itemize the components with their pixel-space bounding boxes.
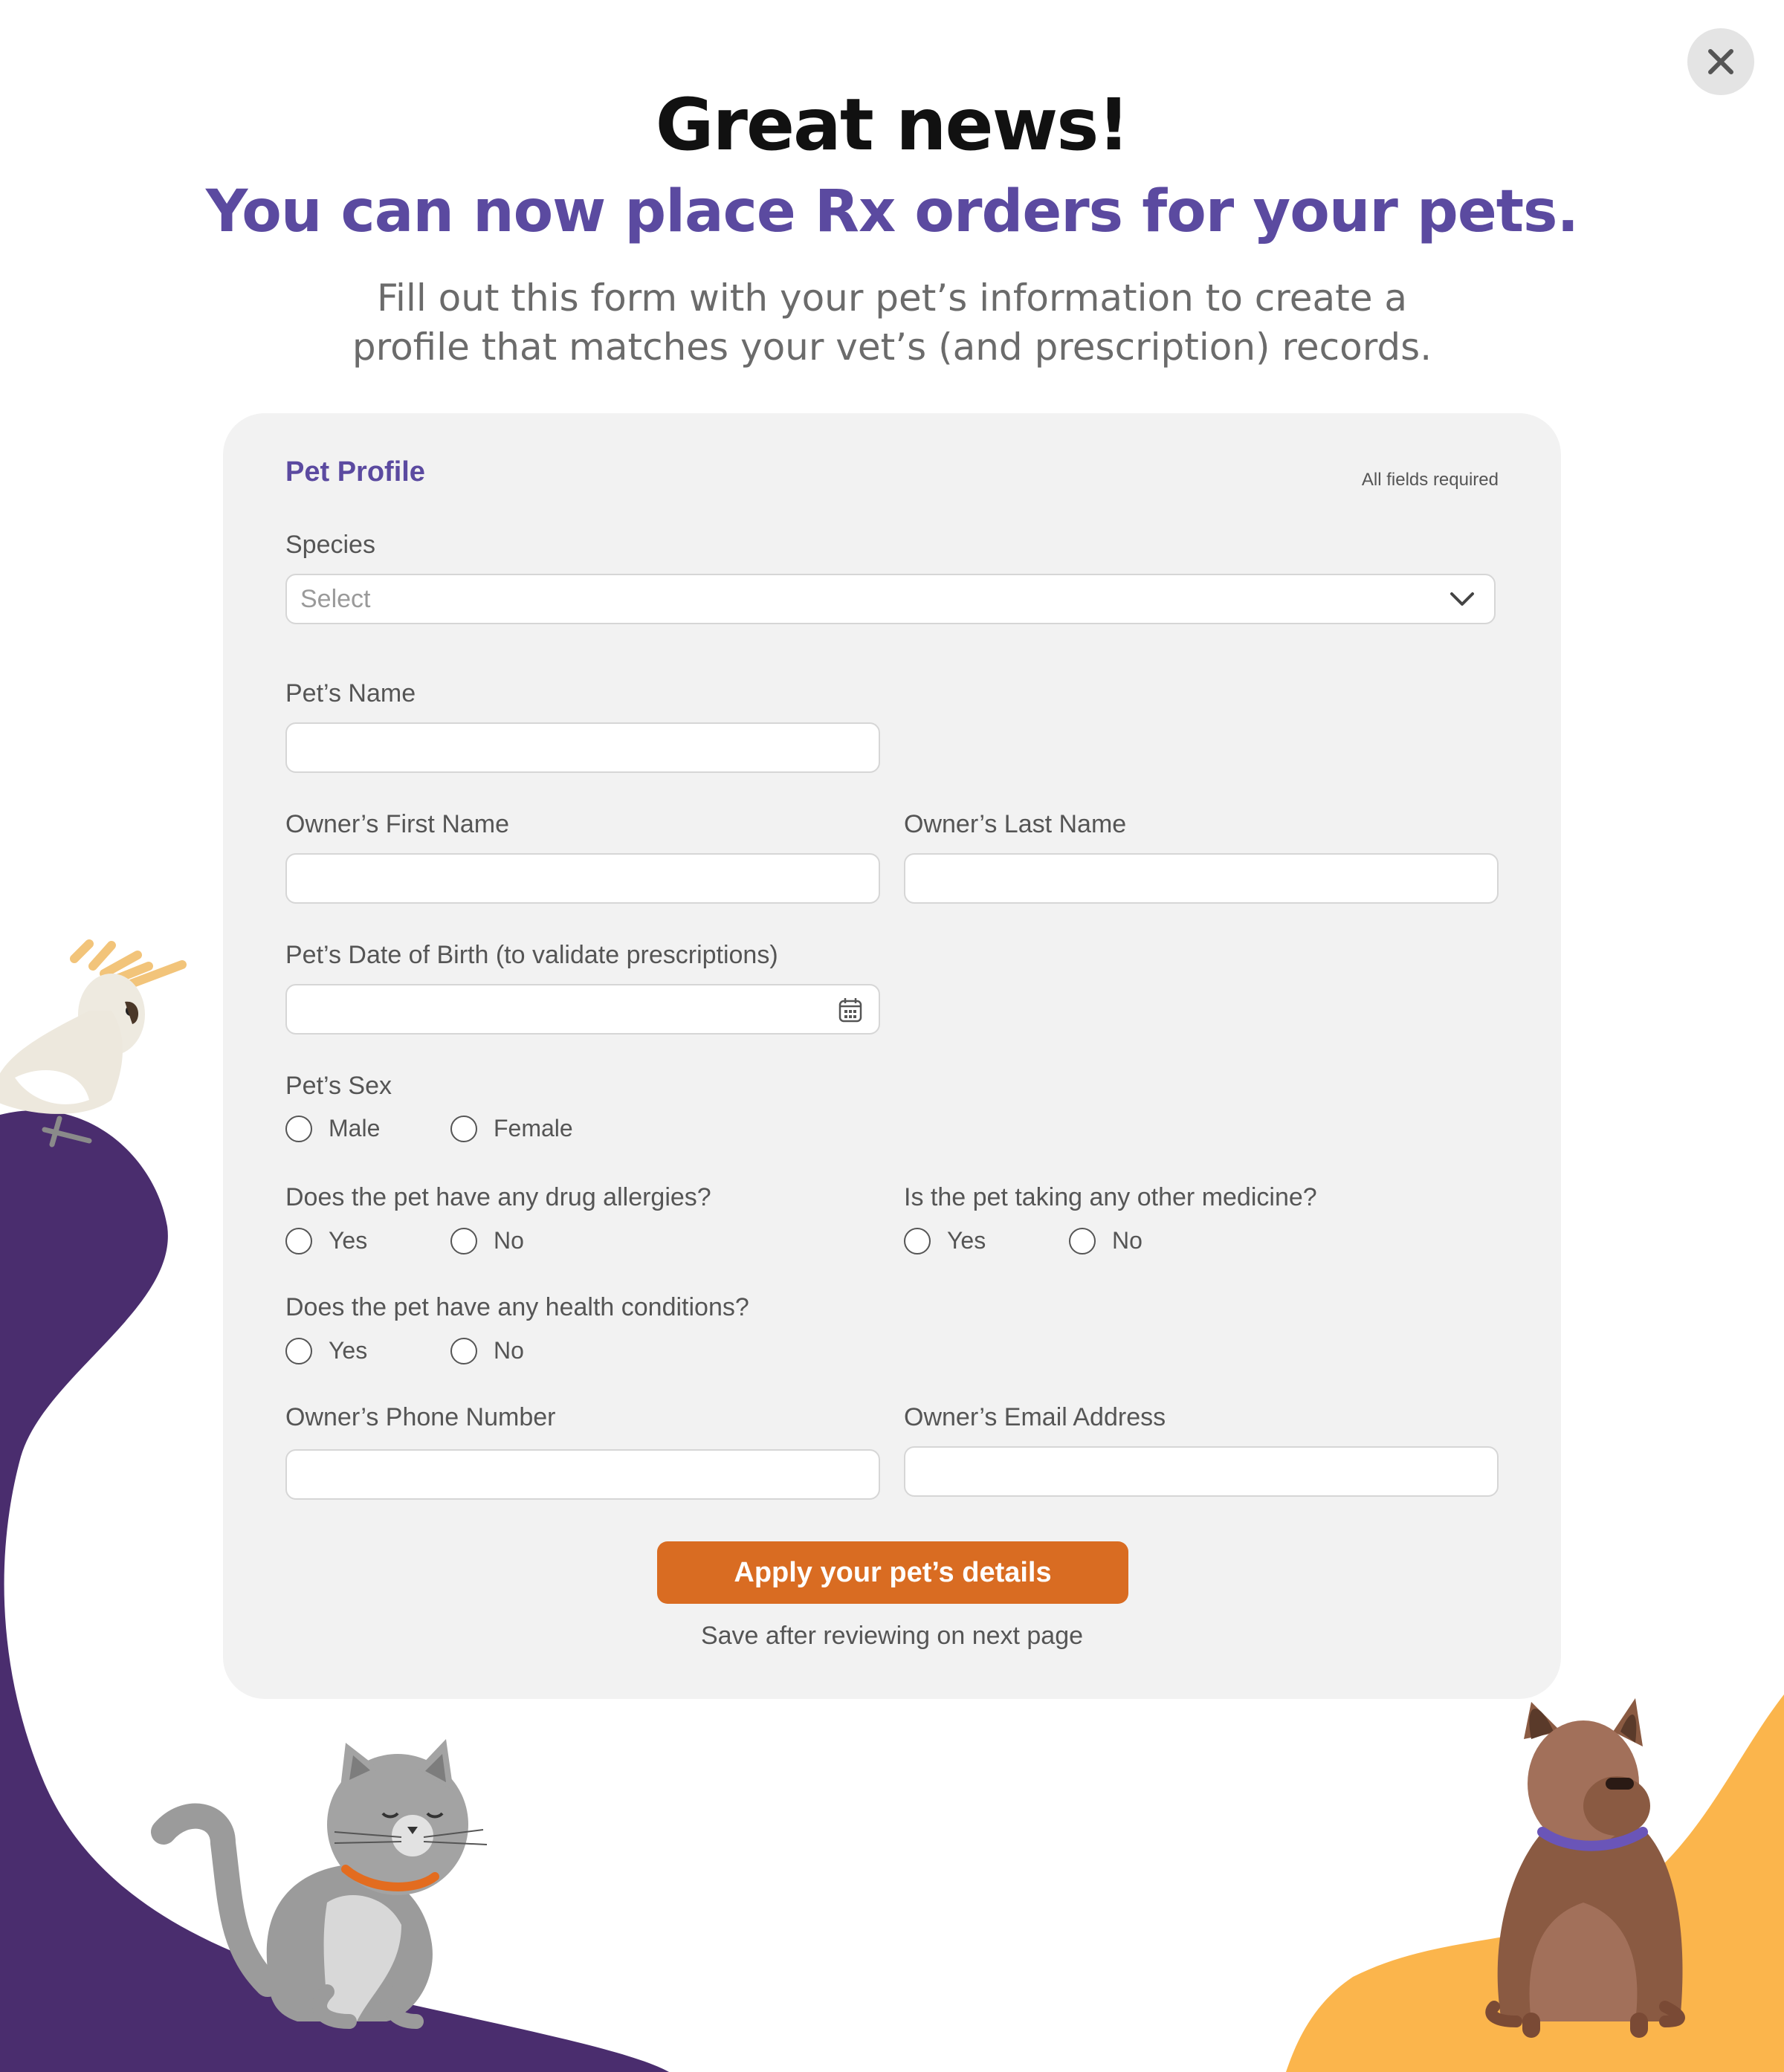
page-subtitle: You can now place Rx orders for your pet… [205, 178, 1579, 245]
pet-sex-male-radio[interactable]: Male [285, 1115, 380, 1142]
description-line-2: profile that matches your vet’s (and pre… [352, 326, 1432, 369]
save-note: Save after reviewing on next page [700, 1622, 1084, 1650]
form-title: Pet Profile [285, 456, 425, 488]
health-conditions-yes-radio[interactable]: Yes [285, 1337, 367, 1364]
radio-label: Yes [329, 1337, 368, 1364]
radio-circle [285, 1227, 312, 1254]
species-placeholder: Select [300, 584, 371, 613]
owner-first-name-input[interactable] [285, 853, 880, 904]
radio-label: Female [494, 1115, 573, 1142]
other-medicine-yes-radio[interactable]: Yes [904, 1227, 986, 1254]
radio-circle [450, 1115, 477, 1142]
owner-email-label: Owner’s Email Address [904, 1403, 1166, 1431]
pet-dob-label: Pet’s Date of Birth (to validate prescri… [285, 941, 778, 969]
health-conditions-label: Does the pet have any health conditions? [285, 1293, 749, 1321]
radio-label: No [494, 1227, 524, 1254]
radio-label: Yes [329, 1227, 368, 1254]
pet-dob-input[interactable] [285, 984, 880, 1035]
species-select[interactable]: Select [285, 574, 1496, 624]
radio-circle [285, 1337, 312, 1364]
pet-profile-card: Pet Profile All fields required Species … [223, 413, 1561, 1699]
description-line-1: Fill out this form with your pet’s infor… [376, 276, 1408, 320]
radio-circle [450, 1337, 477, 1364]
close-icon [1708, 49, 1733, 74]
page-description: Fill out this form with your pet’s infor… [0, 273, 1784, 372]
chevron-down-icon [1450, 592, 1474, 606]
drug-allergies-no-radio[interactable]: No [450, 1227, 524, 1254]
species-label: Species [285, 531, 375, 559]
radio-label: No [494, 1337, 524, 1364]
apply-details-button[interactable]: Apply your pet’s details [657, 1541, 1128, 1604]
pet-sex-female-radio[interactable]: Female [450, 1115, 573, 1142]
required-note: All fields required [1361, 470, 1499, 490]
other-medicine-no-radio[interactable]: No [1069, 1227, 1143, 1254]
owner-phone-input[interactable] [285, 1449, 880, 1500]
health-conditions-no-radio[interactable]: No [450, 1337, 524, 1364]
owner-first-name-label: Owner’s First Name [285, 810, 510, 838]
pet-name-label: Pet’s Name [285, 679, 416, 708]
radio-label: Male [329, 1115, 381, 1142]
radio-circle [450, 1227, 477, 1254]
radio-circle [904, 1227, 931, 1254]
radio-circle [1069, 1227, 1096, 1254]
page-title: Great news! [655, 83, 1130, 166]
radio-label: Yes [947, 1227, 986, 1254]
pet-name-input[interactable] [285, 722, 880, 773]
pet-sex-label: Pet’s Sex [285, 1072, 392, 1100]
radio-circle [285, 1115, 312, 1142]
dog-illustration [1485, 1698, 1685, 2038]
radio-label: No [1112, 1227, 1143, 1254]
drug-allergies-yes-radio[interactable]: Yes [285, 1227, 367, 1254]
owner-phone-label: Owner’s Phone Number [285, 1403, 556, 1431]
calendar-icon[interactable] [838, 997, 862, 1023]
drug-allergies-label: Does the pet have any drug allergies? [285, 1183, 711, 1211]
owner-last-name-input[interactable] [904, 853, 1499, 904]
owner-email-input[interactable] [904, 1446, 1499, 1497]
owner-last-name-label: Owner’s Last Name [904, 810, 1127, 838]
other-medicine-label: Is the pet taking any other medicine? [904, 1183, 1317, 1211]
